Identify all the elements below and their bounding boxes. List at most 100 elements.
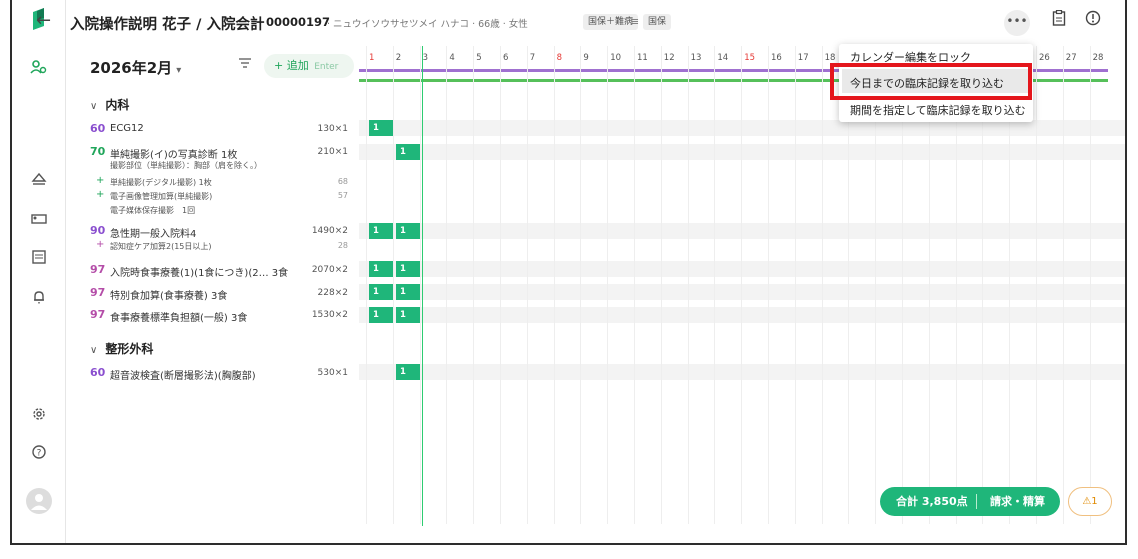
insurance-tag: 国保	[643, 14, 672, 30]
section-internal-medicine[interactable]: ∨ 内科	[90, 96, 129, 113]
add-button[interactable]: + 追加 Enter	[264, 54, 354, 78]
calendar-cell[interactable]: 1	[369, 307, 393, 323]
calendar-cell[interactable]: 1	[396, 307, 420, 323]
page-title: 入院操作説明 花子 / 入院会計	[70, 17, 265, 33]
grid-line	[794, 46, 796, 524]
app-window: ? ← 入院操作説明 花子 / 入院会計 00000197 · ニュウイソウサセ…	[10, 0, 1127, 545]
menu-icon[interactable]: ≡	[630, 15, 639, 28]
row-name[interactable]: 超音波検査(断層撮影法)(胸腹部)	[110, 367, 256, 382]
day-label[interactable]: 8	[557, 53, 562, 63]
sub-item: 電子媒体保存撮影 1回	[110, 206, 196, 215]
grid-line	[714, 46, 716, 524]
menu-item-import-period[interactable]: 期間を指定して臨床記録を取り込む	[850, 102, 1026, 118]
row-qty: 1530×2	[311, 310, 348, 320]
day-label[interactable]: 27	[1066, 53, 1077, 63]
sub-value: 68	[337, 177, 348, 186]
section-label: 整形外科	[105, 342, 154, 356]
bed-icon[interactable]	[28, 208, 50, 230]
day-label[interactable]: 10	[610, 53, 621, 63]
shortcut-hint: Enter	[314, 62, 339, 72]
clipboard-icon[interactable]	[1052, 9, 1066, 30]
row-name[interactable]: 急性期一般入院料4	[110, 225, 196, 240]
highlight-box	[830, 63, 1032, 100]
more-icon[interactable]: •••	[1004, 10, 1030, 36]
calendar-cell[interactable]: 1	[369, 261, 393, 277]
row-name[interactable]: 単純撮影(イ)の写真診断 1枚	[110, 146, 237, 161]
day-label[interactable]: 14	[717, 53, 728, 63]
row-category: 90	[90, 224, 106, 237]
row-qty: 228×2	[317, 288, 348, 298]
day-label[interactable]: 16	[771, 53, 782, 63]
row-qty: 1490×2	[311, 226, 348, 236]
calendar-cell[interactable]: 1	[369, 284, 393, 300]
row-category: 97	[90, 263, 106, 276]
filter-icon[interactable]	[238, 57, 252, 73]
day-label[interactable]: 13	[691, 53, 702, 63]
grid-line	[607, 46, 609, 524]
row-category: 97	[90, 308, 106, 321]
row-category: 60	[90, 122, 106, 135]
day-label[interactable]: 5	[476, 53, 481, 63]
day-label[interactable]: 28	[1093, 53, 1104, 63]
grid-line	[741, 46, 743, 524]
avatar[interactable]	[26, 488, 52, 514]
warning-badge[interactable]: ⚠1	[1068, 487, 1112, 516]
patients-icon[interactable]	[28, 56, 50, 78]
month-label: 2026年2月	[90, 59, 173, 77]
day-label[interactable]: 11	[637, 53, 648, 63]
sub-item: 認知症ケア加算2(15日以上)	[110, 242, 212, 251]
help-icon[interactable]: ?	[28, 441, 50, 463]
sub-item: 電子画像管理加算(単純撮影)	[110, 192, 213, 201]
section-orthopedics[interactable]: ∨ 整形外科	[90, 340, 153, 357]
calendar-cell[interactable]: 1	[369, 223, 393, 239]
grid-line	[366, 46, 367, 524]
section-label: 内科	[105, 98, 130, 112]
bell-icon[interactable]	[28, 286, 50, 308]
day-label[interactable]: 6	[503, 53, 508, 63]
plus-icon: +	[96, 239, 105, 250]
plus-icon: +	[96, 175, 105, 186]
calendar-cell[interactable]: 1	[396, 364, 420, 380]
row-qty: 530×1	[317, 368, 348, 378]
calendar-cell[interactable]: 1	[396, 144, 420, 160]
grid-line	[446, 46, 448, 524]
day-label[interactable]: 2	[396, 53, 401, 63]
day-label[interactable]: 18	[825, 53, 836, 63]
chevron-down-icon: ▾	[176, 65, 182, 76]
calendar-cell[interactable]: 1	[396, 261, 420, 277]
day-label[interactable]: 4	[449, 53, 454, 63]
total-label: 合計 3,850点	[896, 495, 968, 508]
calendar-cell[interactable]: 1	[396, 223, 420, 239]
sub-note: 撮影部位（単純撮影）：胸部（肩を除く。）	[110, 161, 262, 170]
day-label[interactable]: 1	[369, 53, 374, 63]
grid-line	[1062, 46, 1064, 524]
grid-line	[1036, 46, 1037, 524]
month-selector[interactable]: 2026年2月 ▾	[90, 57, 181, 78]
day-label[interactable]: 9	[583, 53, 588, 63]
calendar-cell[interactable]: 1	[396, 284, 420, 300]
day-label[interactable]: 7	[530, 53, 535, 63]
sub-item: 単純撮影(デジタル撮影) 1枚	[110, 178, 212, 187]
back-arrow-icon[interactable]: ←	[36, 10, 51, 31]
row-name[interactable]: 特別食加算(食事療養) 3食	[110, 287, 227, 302]
row-name[interactable]: 食事療養標準負担額(一般) 3食	[110, 309, 247, 324]
eject-icon[interactable]	[28, 168, 50, 190]
day-label[interactable]: 17	[798, 53, 809, 63]
chevron-down-icon: ∨	[90, 101, 98, 112]
day-label[interactable]: 26	[1039, 53, 1050, 63]
row-name[interactable]: 入院時食事療養(1)(1食につき)(2… 3食	[110, 264, 288, 279]
day-label[interactable]: 12	[664, 53, 675, 63]
grid-line	[500, 46, 501, 524]
info-icon[interactable]	[1085, 10, 1101, 30]
gear-icon[interactable]	[28, 403, 50, 425]
total-billing-button[interactable]: 合計 3,850点 請求・精算	[880, 487, 1060, 516]
row-category: 97	[90, 286, 106, 299]
sub-value: 57	[337, 191, 348, 200]
day-label[interactable]: 3	[423, 53, 428, 63]
calendar-cell[interactable]: 1	[369, 120, 393, 136]
divider	[976, 494, 977, 509]
row-name[interactable]: ECG12	[110, 123, 144, 134]
day-label[interactable]: 15	[744, 53, 755, 63]
grid-line	[687, 46, 689, 524]
list-icon[interactable]	[28, 246, 50, 268]
